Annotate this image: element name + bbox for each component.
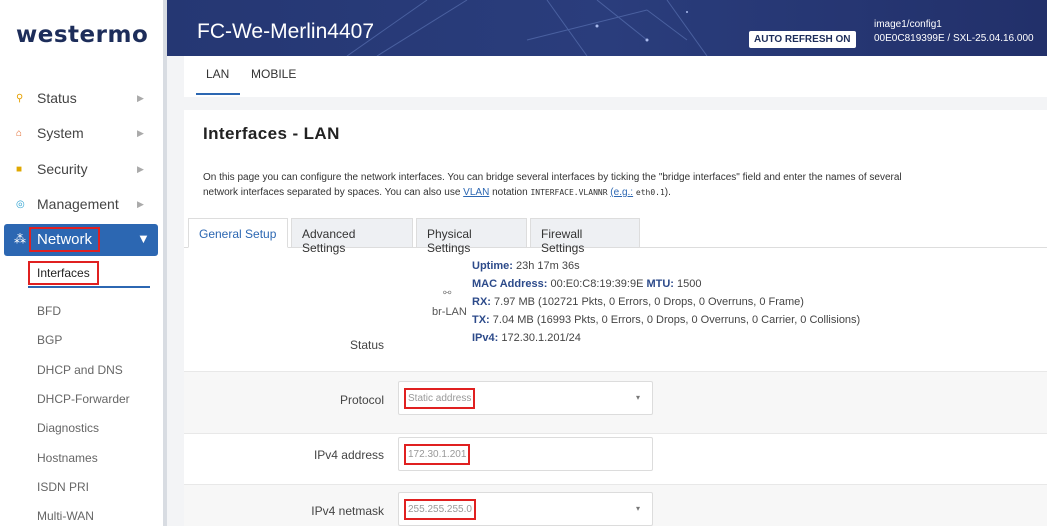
rx-line: RX: 7.97 MB (102721 Pkts, 0 Errors, 0 Dr… <box>472 296 804 308</box>
submenu-item-dhcp-dns[interactable]: DHCP and DNS <box>37 363 123 377</box>
eg-link[interactable]: (e.g.: <box>610 187 633 198</box>
vlan-link[interactable]: VLAN <box>463 187 489 198</box>
desc-text: network interfaces separated by spaces. … <box>203 187 461 198</box>
chevron-right-icon: ▶ <box>137 163 144 174</box>
sidebar-item-system[interactable]: ⌂ System ▶ <box>0 120 158 146</box>
row-divider <box>184 433 1047 434</box>
tab-physical-settings[interactable]: Physical Settings <box>416 218 527 255</box>
uptime-label: Uptime: <box>472 260 513 272</box>
sidebar-item-security[interactable]: ■ Security ▶ <box>0 156 158 182</box>
submenu-item-isdn-pri[interactable]: ISDN PRI <box>37 480 89 494</box>
network-icon: ⁂ <box>14 232 26 246</box>
mac-line: MAC Address: 00:E0:C8:19:39:9E MTU: 1500 <box>472 278 702 290</box>
ipv4-line: IPv4: 172.30.1.201/24 <box>472 332 581 344</box>
protocol-label: Protocol <box>339 393 384 407</box>
config-label: image1/config1 <box>874 19 942 30</box>
device-title: FC-We-Merlin4407 <box>197 20 374 43</box>
ipv4-address-value: 172.30.1.201 <box>404 444 471 465</box>
sidebar-item-label: Security <box>37 161 88 177</box>
tab-advanced-settings[interactable]: Advanced Settings <box>291 218 413 255</box>
device-info: 00E0C819399E / SXL-25.04.16.000 <box>874 33 1034 44</box>
sidebar-item-label: System <box>37 125 84 141</box>
protocol-select[interactable]: Static address ▾ <box>398 381 653 415</box>
main-panel: Interfaces - LAN On this page you can co… <box>184 110 1047 526</box>
desc-text: ). <box>664 187 671 198</box>
ipv4-netmask-select[interactable]: 255.255.255.0 ▾ <box>398 492 653 526</box>
desc-code: eth0.1 <box>635 188 665 197</box>
tx-label: TX: <box>472 314 490 326</box>
security-icon: ■ <box>16 163 23 175</box>
ipv4-address-input[interactable]: 172.30.1.201 <box>398 437 653 471</box>
desc-text: On this page you can configure the netwo… <box>203 172 902 183</box>
top-tab-bar: LAN MOBILE <box>184 56 1047 97</box>
sidebar-item-label: Network <box>29 227 101 252</box>
chevron-right-icon: ▶ <box>137 198 144 209</box>
tab-general-setup[interactable]: General Setup <box>188 218 288 248</box>
active-tab-indicator <box>196 93 240 95</box>
sidebar-item-status[interactable]: ⚲ Status ▶ <box>0 85 158 111</box>
submenu-item-interfaces[interactable]: Interfaces <box>28 260 150 288</box>
system-icon: ⌂ <box>16 127 23 139</box>
tab-lan[interactable]: LAN <box>206 67 229 81</box>
chevron-down-icon: ▾ <box>635 393 640 402</box>
header-bar: FC-We-Merlin4407 AUTO REFRESH ON image1/… <box>167 0 1047 56</box>
ipv4-address-label: IPv4 address <box>313 448 384 462</box>
mtu-label: MTU: <box>646 278 674 290</box>
row-divider <box>184 371 1047 372</box>
sidebar: westermo ⚲ Status ▶ ⌂ System ▶ ■ Securit… <box>0 0 167 526</box>
sidebar-item-label: Management <box>37 196 119 212</box>
ipv4-netmask-label: IPv4 netmask <box>311 504 384 518</box>
chevron-right-icon: ▶ <box>137 127 144 138</box>
tab-firewall-settings[interactable]: Firewall Settings <box>530 218 640 255</box>
submenu-item-bgp[interactable]: BGP <box>37 333 62 347</box>
chevron-right-icon: ▶ <box>137 92 144 103</box>
chevron-down-icon: ▼ <box>137 231 150 246</box>
section-tabs: General Setup Advanced Settings Physical… <box>184 218 1047 255</box>
submenu-item-diagnostics[interactable]: Diagnostics <box>37 421 99 435</box>
submenu-item-hostnames[interactable]: Hostnames <box>37 451 98 465</box>
submenu-item-bfd[interactable]: BFD <box>37 304 61 318</box>
row-divider <box>184 484 1047 485</box>
sidebar-item-network[interactable]: ⁂ Network ▼ <box>4 224 158 256</box>
page-title: Interfaces - LAN <box>203 124 340 143</box>
desc-text: notation <box>492 187 528 198</box>
status-label: Status <box>350 338 385 352</box>
protocol-value: Static address <box>404 388 476 409</box>
sidebar-item-management[interactable]: ◎ Management ▶ <box>0 191 158 217</box>
submenu-item-dhcp-forwarder[interactable]: DHCP-Forwarder <box>37 392 130 406</box>
desc-code: INTERFACE.VLANNR <box>530 188 608 197</box>
ipv4-label: IPv4: <box>472 332 499 344</box>
uptime-line: Uptime: 23h 17m 36s <box>472 260 580 272</box>
device-name: br-LAN <box>432 306 467 318</box>
rx-value: 7.97 MB (102721 Pkts, 0 Errors, 0 Drops,… <box>494 296 804 308</box>
westermo-logo: westermo <box>16 22 149 48</box>
ipv4-value: 172.30.1.201/24 <box>501 332 581 344</box>
page-description: On this page you can configure the netwo… <box>203 170 1033 200</box>
auto-refresh-toggle[interactable]: AUTO REFRESH ON <box>749 31 856 48</box>
chevron-down-icon: ▾ <box>635 504 640 513</box>
sidebar-item-label: Status <box>37 90 77 106</box>
mtu-value: 1500 <box>677 278 702 290</box>
mac-value: 00:E0:C8:19:39:9E <box>550 278 644 290</box>
tx-value: 7.04 MB (16993 Pkts, 0 Errors, 0 Drops, … <box>492 314 861 326</box>
tab-mobile[interactable]: MOBILE <box>251 67 296 81</box>
bridge-icon: ⚯ <box>443 288 452 299</box>
submenu-item-multi-wan[interactable]: Multi-WAN <box>37 509 94 523</box>
mac-label: MAC Address: <box>472 278 548 290</box>
rx-label: RX: <box>472 296 491 308</box>
status-icon: ⚲ <box>16 92 24 104</box>
tx-line: TX: 7.04 MB (16993 Pkts, 0 Errors, 0 Dro… <box>472 314 860 326</box>
management-icon: ◎ <box>16 198 25 210</box>
ipv4-netmask-value: 255.255.255.0 <box>404 499 476 520</box>
uptime-value: 23h 17m 36s <box>516 260 580 272</box>
submenu-item-label: Interfaces <box>28 261 99 285</box>
